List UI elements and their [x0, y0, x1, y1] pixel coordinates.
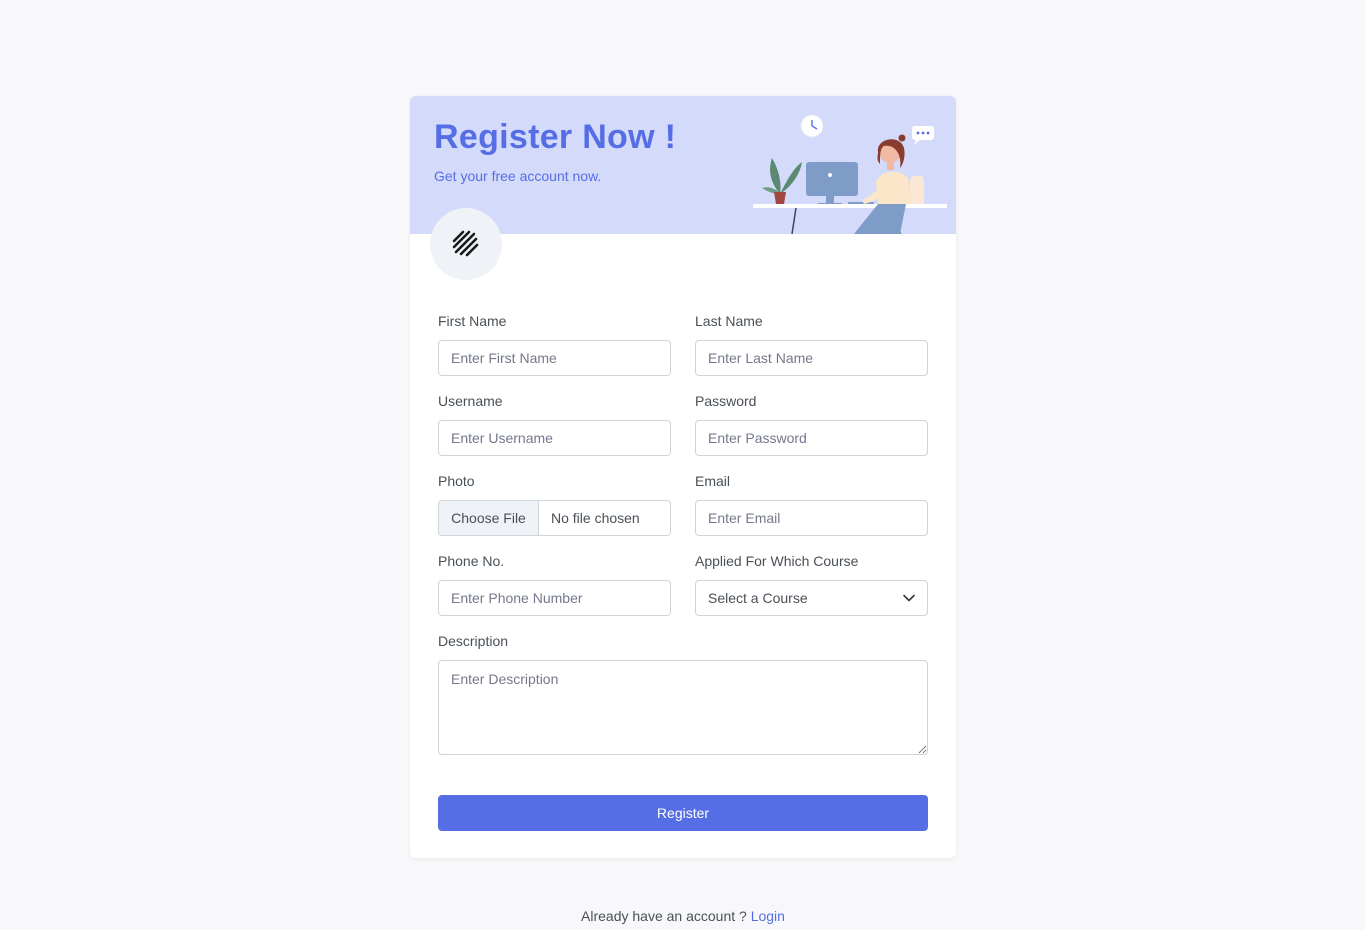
- course-select-value: Select a Course: [708, 590, 808, 606]
- login-link[interactable]: Login: [751, 908, 785, 924]
- phone-input[interactable]: [438, 580, 671, 616]
- last-name-label: Last Name: [695, 313, 763, 329]
- username-label: Username: [438, 393, 503, 409]
- register-button[interactable]: Register: [438, 795, 928, 831]
- course-label: Applied For Which Course: [695, 553, 859, 569]
- username-input[interactable]: [438, 420, 671, 456]
- footer-text: Already have an account ?: [581, 908, 747, 924]
- choose-file-button[interactable]: Choose File: [439, 501, 539, 535]
- register-card: Register Now ! Get your free account now…: [410, 96, 956, 858]
- password-input[interactable]: [695, 420, 928, 456]
- first-name-label: First Name: [438, 313, 507, 329]
- email-input[interactable]: [695, 500, 928, 536]
- stripes-logo-icon: [452, 230, 479, 257]
- photo-file-input[interactable]: Choose File No file chosen: [438, 500, 671, 536]
- last-name-input[interactable]: [695, 340, 928, 376]
- chevron-down-icon: [903, 594, 915, 602]
- description-label: Description: [438, 633, 509, 649]
- email-label: Email: [695, 473, 731, 489]
- photo-label: Photo: [438, 473, 475, 489]
- page-subtitle: Get your free account now.: [434, 168, 602, 184]
- logo-avatar[interactable]: [430, 208, 502, 280]
- file-name-text: No file chosen: [551, 510, 640, 526]
- page-title: Register Now !: [434, 118, 677, 156]
- person-at-desk-illustration: [753, 114, 947, 234]
- phone-label: Phone No.: [438, 553, 505, 569]
- description-textarea[interactable]: [438, 660, 928, 755]
- card-header: Register Now ! Get your free account now…: [410, 96, 956, 234]
- password-label: Password: [695, 393, 757, 409]
- first-name-input[interactable]: [438, 340, 671, 376]
- course-select[interactable]: Select a Course: [695, 580, 928, 616]
- footer: Already have an account ? Login: [0, 908, 1366, 924]
